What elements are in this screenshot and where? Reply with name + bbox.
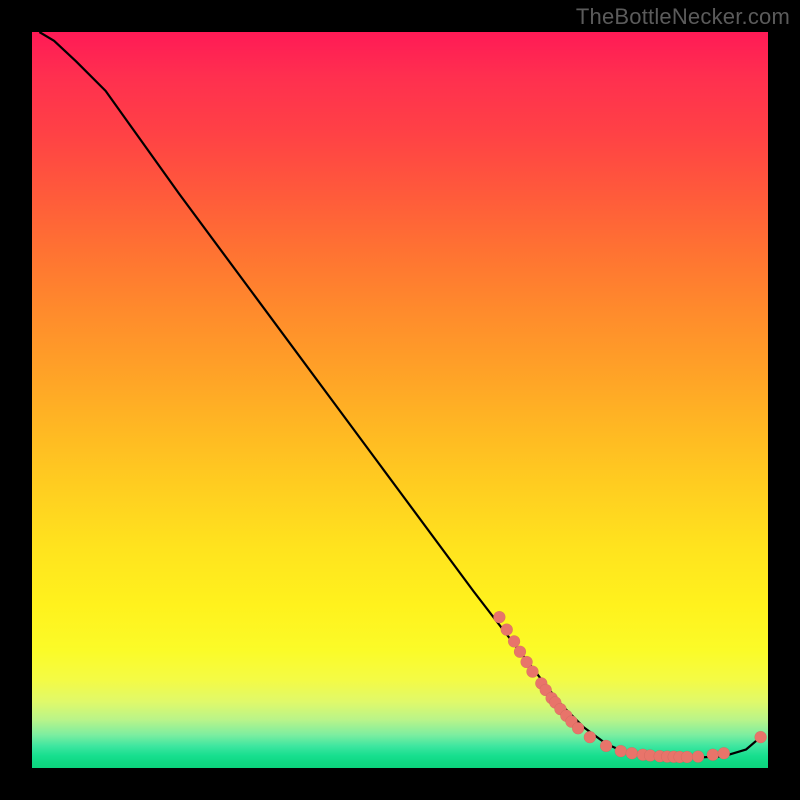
- plot-area: [32, 32, 768, 768]
- scatter-points: [493, 611, 766, 763]
- curve-line: [39, 32, 760, 758]
- data-point: [501, 624, 513, 636]
- data-point: [572, 722, 584, 734]
- data-point: [755, 731, 767, 743]
- data-point: [707, 749, 719, 761]
- data-point: [584, 731, 596, 743]
- data-point: [718, 747, 730, 759]
- data-point: [514, 646, 526, 658]
- data-point: [493, 611, 505, 623]
- data-point: [526, 666, 538, 678]
- data-point: [615, 745, 627, 757]
- data-point: [681, 751, 693, 763]
- chart-overlay: [32, 32, 768, 768]
- data-point: [600, 740, 612, 752]
- watermark-text: TheBottleNecker.com: [576, 4, 790, 30]
- data-point: [626, 747, 638, 759]
- data-point: [692, 751, 704, 763]
- data-point: [508, 635, 520, 647]
- chart-stage: TheBottleNecker.com: [0, 0, 800, 800]
